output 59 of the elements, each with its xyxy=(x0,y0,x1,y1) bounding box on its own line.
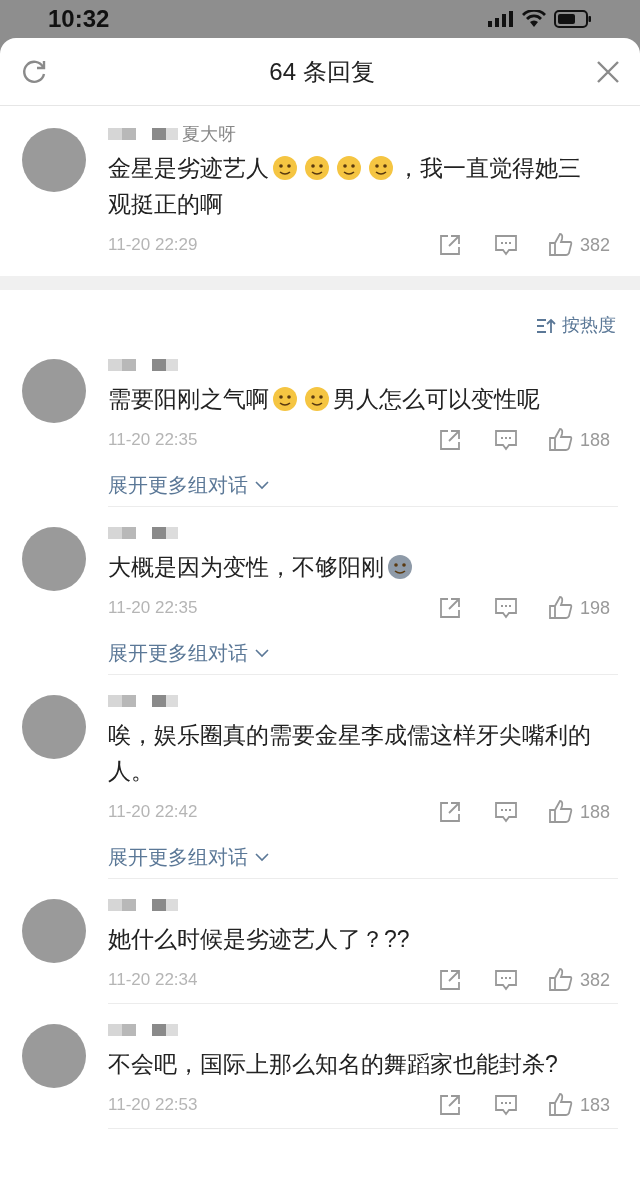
status-time: 10:32 xyxy=(48,4,110,34)
comment-text: 观挺正的啊 xyxy=(108,190,223,219)
timestamp: 11-20 22:53 xyxy=(108,1094,199,1117)
emoji-icon xyxy=(304,155,330,181)
thumbs-up-icon[interactable] xyxy=(548,232,574,258)
emoji-icon xyxy=(304,386,330,412)
sort-button[interactable]: 按热度 xyxy=(536,312,616,339)
comment-text: 人。 xyxy=(108,757,154,786)
comment-text: 大概是因为变性，不够阳刚 xyxy=(108,553,384,582)
comment-text: 男人怎么可以变性呢 xyxy=(333,385,540,414)
thumbs-up-icon[interactable] xyxy=(548,1092,574,1118)
like-count: 198 xyxy=(580,596,612,620)
comment-text: 金星是劣迹艺人 xyxy=(108,154,269,183)
share-icon[interactable] xyxy=(438,233,462,257)
wifi-icon xyxy=(522,10,546,28)
comment-icon[interactable] xyxy=(494,428,518,452)
timestamp: 11-20 22:35 xyxy=(108,429,199,452)
emoji-icon xyxy=(368,155,394,181)
share-icon[interactable] xyxy=(438,968,462,992)
emoji-icon xyxy=(336,155,362,181)
emoji-icon xyxy=(272,155,298,181)
sheet-title: 64 条回复 xyxy=(269,56,375,87)
timestamp: 11-20 22:29 xyxy=(108,234,199,257)
thumbs-up-icon[interactable] xyxy=(548,595,574,621)
emoji-icon xyxy=(387,554,413,580)
username[interactable]: 夏大呀 xyxy=(182,120,236,148)
like-count: 183 xyxy=(580,1093,612,1117)
share-icon[interactable] xyxy=(438,428,462,452)
expand-replies-link[interactable]: 展开更多组对话 xyxy=(108,835,618,879)
like-count: 382 xyxy=(580,233,612,257)
timestamp: 11-20 22:34 xyxy=(108,969,199,992)
signal-icon xyxy=(488,11,514,27)
comment-text: 唉，娱乐圈真的需要金星李成儒这样牙尖嘴利的 xyxy=(108,721,591,750)
share-icon[interactable] xyxy=(438,1093,462,1117)
comment-text: 需要阳刚之气啊 xyxy=(108,385,269,414)
like-count: 382 xyxy=(580,968,612,992)
like-count: 188 xyxy=(580,800,612,824)
sort-icon xyxy=(536,317,556,334)
comment-icon[interactable] xyxy=(494,233,518,257)
comment-icon[interactable] xyxy=(494,800,518,824)
share-icon[interactable] xyxy=(438,596,462,620)
expand-replies-link[interactable]: 展开更多组对话 xyxy=(108,631,618,675)
comment-icon[interactable] xyxy=(494,596,518,620)
thumbs-up-icon[interactable] xyxy=(548,799,574,825)
thumbs-up-icon[interactable] xyxy=(548,967,574,993)
thumbs-up-icon[interactable] xyxy=(548,427,574,453)
like-count: 188 xyxy=(580,428,612,452)
comment-text: ，我一直觉得她三 xyxy=(397,154,581,183)
close-icon[interactable] xyxy=(596,59,620,84)
timestamp: 11-20 22:42 xyxy=(108,801,199,824)
comment-text: 她什么时候是劣迹艺人了？?? xyxy=(108,925,410,954)
share-icon[interactable] xyxy=(438,800,462,824)
comment-icon[interactable] xyxy=(494,1093,518,1117)
comment-text: 不会吧，国际上那么知名的舞蹈家也能封杀? xyxy=(108,1050,558,1079)
expand-replies-link[interactable]: 展开更多组对话 xyxy=(108,463,618,507)
battery-icon xyxy=(554,10,592,28)
emoji-icon xyxy=(272,386,298,412)
timestamp: 11-20 22:35 xyxy=(108,597,199,620)
comment-icon[interactable] xyxy=(494,968,518,992)
